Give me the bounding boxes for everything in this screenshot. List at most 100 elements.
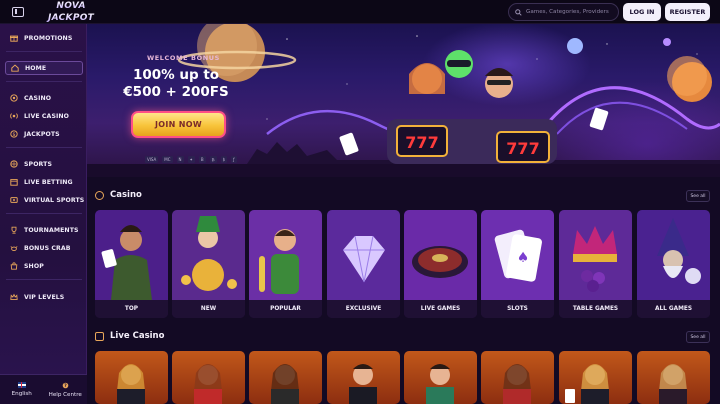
- category-tile-table-games[interactable]: TABLE GAMES: [559, 210, 632, 318]
- slots-art: ♠: [481, 210, 554, 300]
- live-casino-see-all-button[interactable]: See all: [686, 331, 710, 343]
- payment-methods: VISA MC N ✦ B ₿ $ ƒ: [145, 156, 237, 163]
- sidebar-item-promotions[interactable]: PROMOTIONS: [5, 31, 83, 45]
- help-centre-link[interactable]: ? Help Centre: [44, 375, 88, 404]
- sidebar-item-tournaments[interactable]: TOURNAMENTS: [5, 223, 83, 237]
- crab-icon: [10, 244, 18, 252]
- sidebar-item-label: VIP LEVELS: [24, 293, 65, 301]
- svg-text:$: $: [12, 132, 15, 138]
- divider: [6, 81, 82, 82]
- sidebar-item-casino[interactable]: CASINO: [5, 91, 83, 105]
- login-button[interactable]: LOG IN: [623, 3, 661, 21]
- category-tile-slots[interactable]: ♠ SLOTS: [481, 210, 554, 318]
- live-table-tile[interactable]: [327, 351, 400, 404]
- casino-see-all-button[interactable]: See all: [686, 190, 710, 202]
- sidebar-item-label: PROMOTIONS: [24, 34, 73, 42]
- language-selector[interactable]: English: [0, 375, 44, 404]
- category-tile-live-games[interactable]: LIVE GAMES: [404, 210, 477, 318]
- sidebar-item-sports[interactable]: SPORTS: [5, 157, 83, 171]
- dealer-art: [565, 364, 609, 404]
- payment-method: B: [198, 156, 206, 163]
- language-label: English: [11, 391, 32, 397]
- category-tile-all-games[interactable]: ALL GAMES: [637, 210, 710, 318]
- exclusive-art: [327, 210, 400, 300]
- svg-text:?: ?: [64, 383, 67, 389]
- divider: [6, 51, 82, 52]
- sidebar-item-jackpots[interactable]: $ JACKPOTS: [5, 127, 83, 141]
- live-icon: [10, 112, 18, 120]
- help-label: Help Centre: [48, 391, 82, 398]
- live-table-tile[interactable]: [637, 351, 710, 404]
- gift-icon: [10, 34, 18, 42]
- sidebar-item-label: BONUS CRAB: [24, 244, 71, 252]
- category-tile-exclusive[interactable]: EXCLUSIVE: [327, 210, 400, 318]
- top-bar: NOVA JACKPOT LOG IN REGISTER: [0, 0, 720, 24]
- dealer-art: [117, 364, 145, 404]
- live-casino-section-header: Live Casino: [95, 331, 164, 341]
- sidebar-item-label: TOURNAMENTS: [24, 226, 79, 234]
- search-input[interactable]: [526, 9, 618, 15]
- live-table-tile[interactable]: [559, 351, 632, 404]
- all-games-art: [637, 210, 710, 300]
- logo[interactable]: NOVA JACKPOT: [44, 0, 98, 24]
- live-table-tile[interactable]: [95, 351, 168, 404]
- search-icon: [515, 8, 522, 16]
- live-table-tile[interactable]: [249, 351, 322, 404]
- dealer-art: [349, 364, 377, 404]
- dealer-art: [271, 364, 299, 404]
- svg-text:♠: ♠: [517, 250, 530, 266]
- payment-method: ƒ: [231, 156, 237, 163]
- svg-text:777: 777: [405, 133, 438, 152]
- dealer-art: [503, 364, 531, 404]
- table-games-art: [559, 210, 632, 300]
- category-tile-new[interactable]: NEW: [172, 210, 245, 318]
- home-icon: [11, 64, 19, 72]
- crown-icon: [10, 293, 18, 301]
- search-box[interactable]: [508, 3, 619, 21]
- sidebar-toggle-icon[interactable]: [12, 6, 24, 17]
- chip-icon: [95, 190, 104, 200]
- sidebar-item-live-betting[interactable]: LIVE BETTING: [5, 175, 83, 189]
- help-icon: ?: [62, 382, 69, 389]
- sidebar-item-label: SHOP: [24, 262, 44, 270]
- sidebar-item-label: VIRTUAL SPORTS: [24, 196, 85, 204]
- category-tile-popular[interactable]: POPULAR: [249, 210, 322, 318]
- dealer-art: [426, 364, 454, 404]
- ball-icon: [10, 160, 18, 168]
- sidebar-item-label: JACKPOTS: [24, 130, 60, 138]
- logo-line2: JACKPOT: [44, 12, 98, 24]
- casino-section-header: Casino: [95, 190, 142, 200]
- uk-flag-icon: [17, 382, 26, 388]
- payment-method: VISA: [145, 156, 159, 163]
- virtual-icon: [10, 196, 18, 204]
- svg-text:777: 777: [506, 139, 539, 158]
- category-tile-top[interactable]: TOP: [95, 210, 168, 318]
- chip-icon: [10, 94, 18, 102]
- sidebar-item-bonus-crab[interactable]: BONUS CRAB: [5, 241, 83, 255]
- tile-label: TOP: [95, 300, 168, 318]
- live-casino-icon: [95, 331, 104, 341]
- divider: [6, 147, 82, 148]
- sidebar-item-live-casino[interactable]: LIVE CASINO: [5, 109, 83, 123]
- tile-label: SLOTS: [481, 300, 554, 318]
- top-art: [95, 210, 168, 300]
- live-games-art: [404, 210, 477, 300]
- sidebar-item-vip-levels[interactable]: VIP LEVELS: [5, 290, 83, 304]
- live-table-tile[interactable]: [404, 351, 477, 404]
- payment-method: ✦: [187, 156, 195, 163]
- sidebar-footer: English ? Help Centre: [0, 374, 87, 404]
- sidebar-item-label: LIVE BETTING: [24, 178, 73, 186]
- hero-banner[interactable]: 777 777 WELCOME BONUS 100% up to €500 + …: [87, 24, 720, 177]
- live-table-tile[interactable]: [481, 351, 554, 404]
- join-now-button[interactable]: JOIN NOW: [131, 111, 226, 138]
- sidebar-item-shop[interactable]: SHOP: [5, 259, 83, 273]
- live-table-tile[interactable]: [172, 351, 245, 404]
- divider: [6, 279, 82, 280]
- register-button[interactable]: REGISTER: [665, 3, 710, 21]
- tile-label: LIVE GAMES: [404, 300, 477, 318]
- dealer-art: [659, 364, 687, 404]
- tile-label: NEW: [172, 300, 245, 318]
- sidebar-item-virtual-sports[interactable]: VIRTUAL SPORTS: [5, 193, 85, 207]
- sidebar-item-home[interactable]: HOME: [5, 61, 83, 75]
- sidebar-item-label: CASINO: [24, 94, 52, 102]
